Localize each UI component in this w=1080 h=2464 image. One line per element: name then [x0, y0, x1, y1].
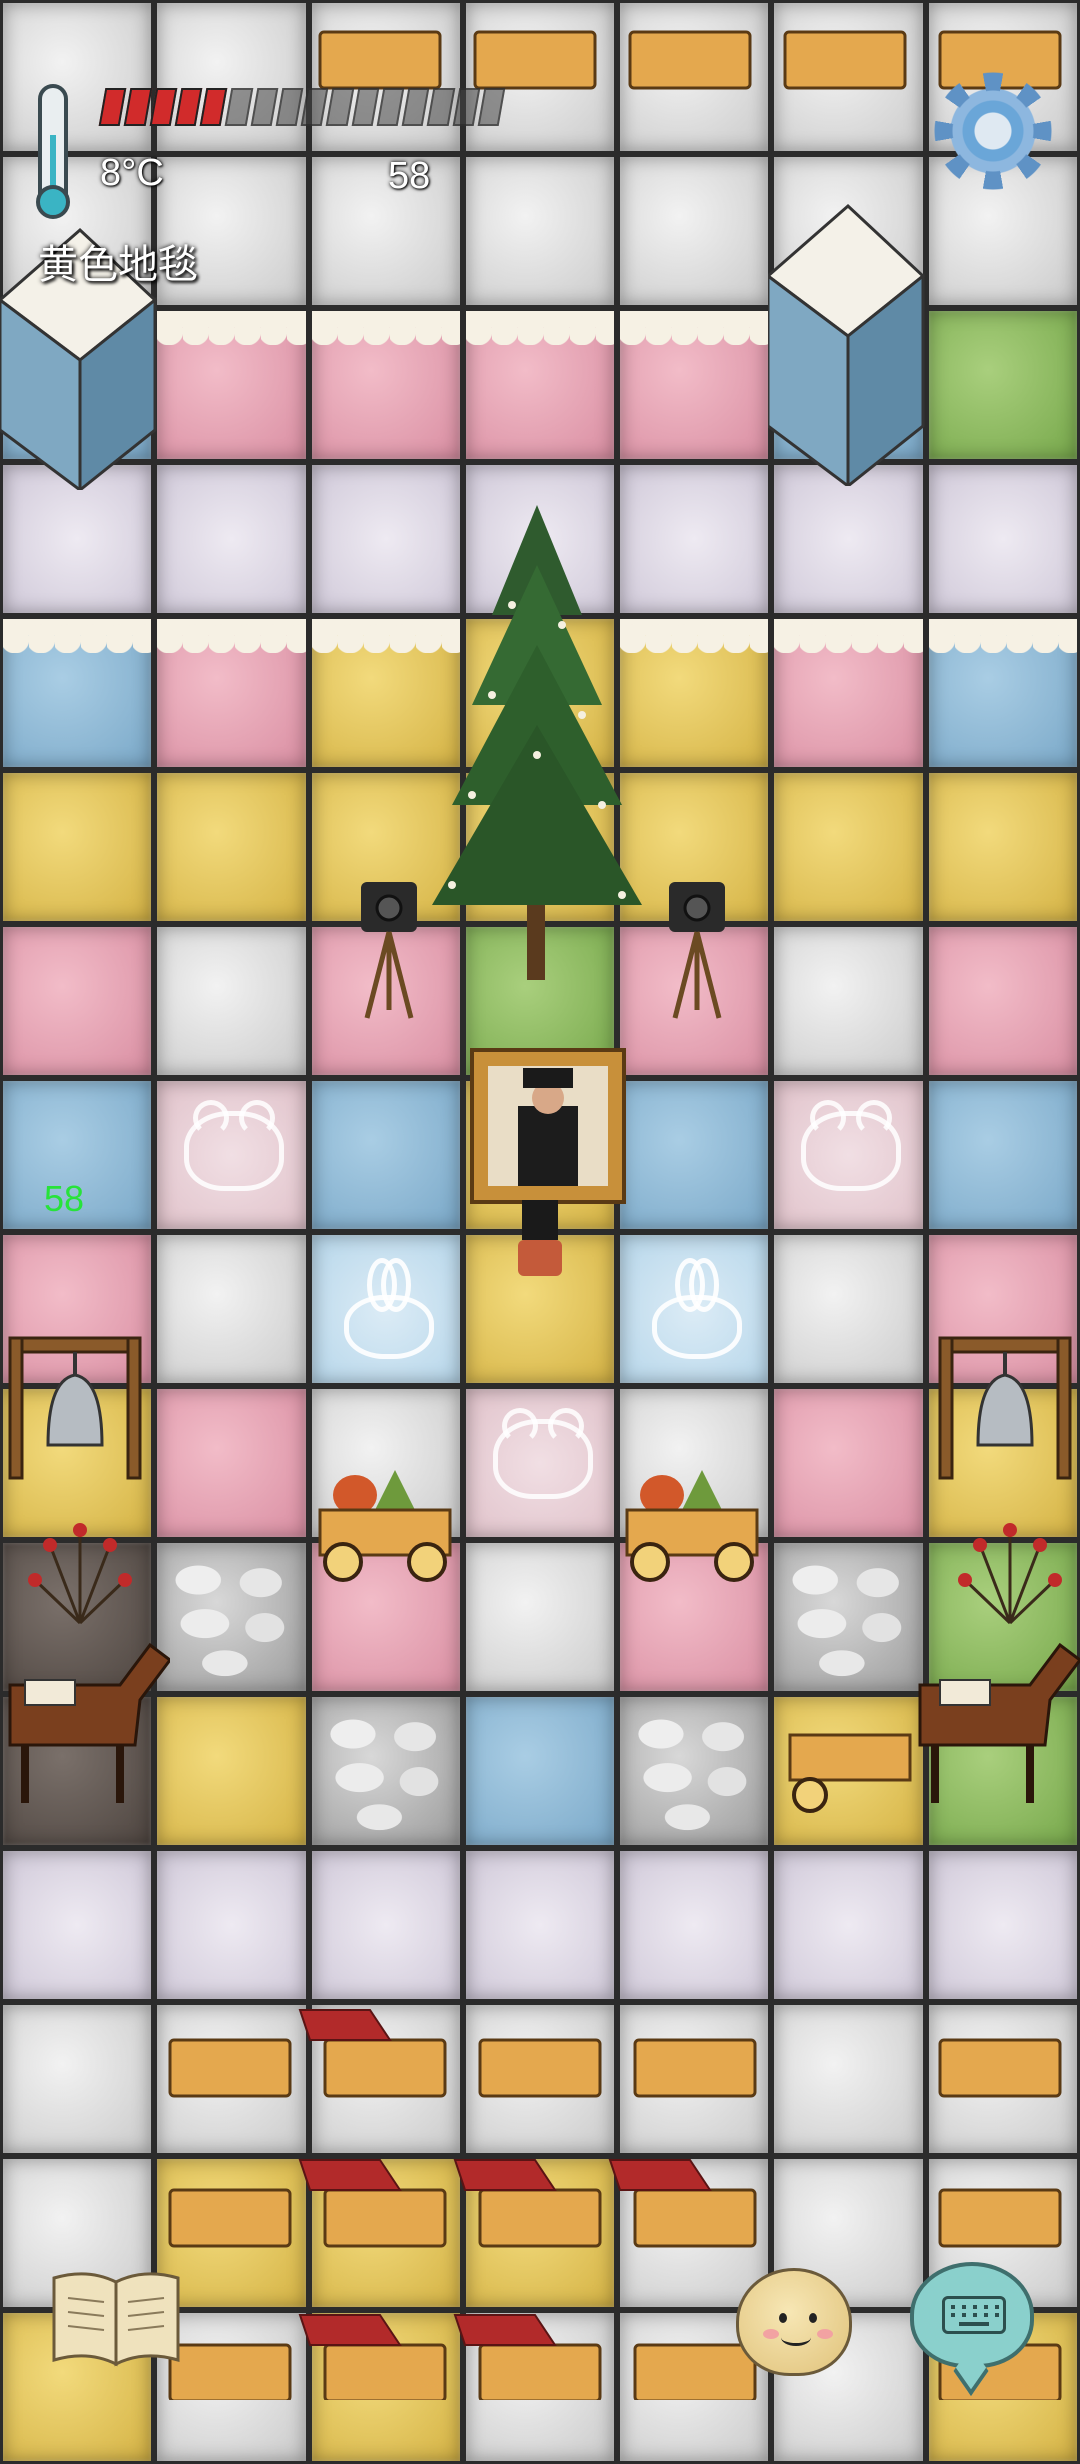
snow-pillar[interactable] [768, 176, 928, 486]
temperature-readout: 8°C [100, 152, 164, 194]
food-meter [98, 88, 506, 126]
book-icon[interactable] [48, 2268, 184, 2368]
floor-tile-white[interactable] [617, 154, 772, 308]
food-meter-segment [300, 88, 329, 126]
framed-portrait[interactable] [468, 1046, 628, 1206]
floor-tile-lilac[interactable] [154, 462, 309, 616]
floor-tile-lilac[interactable] [617, 1848, 772, 2002]
floor-tile-pink[interactable] [462, 308, 618, 462]
food-meter-segment [123, 88, 152, 126]
bunny-rug-pattern [652, 1258, 743, 1359]
floor-tile-pink[interactable] [154, 1386, 309, 1540]
food-meter-segment [174, 88, 203, 126]
food-value: 58 [388, 155, 431, 197]
held-item-label: 黄色地毯 [38, 242, 198, 288]
floor-tile-white[interactable] [154, 1232, 309, 1386]
bear-rug-pattern [184, 1100, 285, 1191]
floor-tile-lilac[interactable] [462, 1848, 618, 2002]
food-meter-segment [325, 88, 354, 126]
hanging-bell[interactable] [930, 1330, 1080, 1480]
floor-tile-pink[interactable] [308, 308, 463, 462]
floor-tile-palepink[interactable] [771, 1078, 926, 1232]
food-meter-segment [351, 88, 380, 126]
smiley-face-icon[interactable] [736, 2268, 852, 2376]
keyboard-icon[interactable] [910, 2262, 1034, 2368]
food-meter-segment [199, 88, 228, 126]
floor-tile-blue[interactable] [462, 1694, 618, 1848]
floor-tile-white[interactable] [154, 924, 309, 1078]
vegetable-cart[interactable] [315, 1470, 455, 1585]
food-meter-segment [452, 88, 481, 126]
floor-tile-pink[interactable] [771, 1386, 926, 1540]
floor-tile-blue[interactable] [308, 1078, 463, 1232]
food-meter-segment [426, 88, 455, 126]
floor-tile-yellow[interactable] [0, 770, 155, 924]
floor-tile-yellow[interactable] [771, 770, 926, 924]
floor-tile-lilac[interactable] [0, 1848, 155, 2002]
floor-tile-white[interactable] [462, 1540, 618, 1694]
floor-tile-lilac[interactable] [925, 1848, 1080, 2002]
floor-tile-yellow[interactable] [154, 770, 309, 924]
floor-tile-pink[interactable] [154, 308, 309, 462]
floor-tile-yellow[interactable] [154, 1694, 309, 1848]
food-meter-segment [376, 88, 405, 126]
floor-tile-white[interactable] [771, 924, 926, 1078]
vegetable-cart[interactable] [622, 1470, 762, 1585]
floor-tile-pink[interactable] [0, 924, 155, 1078]
floor-tile-pink[interactable] [617, 308, 772, 462]
gear-icon[interactable] [934, 72, 1052, 190]
floor-tile-lilac[interactable] [154, 1848, 309, 2002]
floor-tile-lilac[interactable] [925, 462, 1080, 616]
food-meter-segment [250, 88, 279, 126]
floor-tile-white[interactable] [154, 0, 309, 154]
floor-tile-lilac[interactable] [308, 1848, 463, 2002]
floor-tile-blue[interactable] [617, 1078, 772, 1232]
thermometer-icon [36, 84, 70, 219]
floor-tile-palepink[interactable] [462, 1386, 618, 1540]
floor-tile-stone[interactable] [154, 1540, 309, 1694]
food-meter-segment [149, 88, 178, 126]
food-meter-segment [401, 88, 430, 126]
floor-tile-blue[interactable] [925, 1078, 1080, 1232]
floor-tile-lilac[interactable] [771, 1848, 926, 2002]
floor-tile-white[interactable] [0, 2002, 155, 2156]
floor-tile-lightblue[interactable] [308, 1232, 463, 1386]
camera-on-tripod[interactable] [355, 880, 425, 1020]
floor-tile-pink[interactable] [154, 616, 309, 770]
floor-tile-yellow[interactable] [925, 770, 1080, 924]
floor-tile-stone[interactable] [308, 1694, 463, 1848]
player-character[interactable] [500, 1200, 580, 1280]
rose-bush[interactable] [20, 1505, 140, 1625]
horse-with-cart[interactable] [900, 1625, 1080, 1805]
floor-tile-pink[interactable] [771, 616, 926, 770]
food-meter-segment [224, 88, 253, 126]
floor-tile-white[interactable] [0, 0, 155, 154]
hanging-bell[interactable] [0, 1330, 150, 1480]
floor-tile-stone[interactable] [617, 1694, 772, 1848]
horse-with-cart[interactable] [0, 1625, 170, 1805]
floor-tile-green[interactable] [925, 308, 1080, 462]
floor-tile-lightblue[interactable] [617, 1232, 772, 1386]
age-label: 58 [44, 1178, 85, 1219]
floor-tile-blue[interactable] [0, 616, 155, 770]
floor-tile-white[interactable] [771, 1232, 926, 1386]
floor-tile-pink[interactable] [925, 924, 1080, 1078]
floor-tile-white[interactable] [308, 154, 463, 308]
bunny-rug-pattern [343, 1258, 434, 1359]
floor-tile-white[interactable] [462, 154, 618, 308]
rose-bush[interactable] [950, 1505, 1070, 1625]
bear-rug-pattern [492, 1408, 593, 1499]
camera-on-tripod[interactable] [663, 880, 733, 1020]
empty-cart[interactable] [785, 1725, 915, 1815]
floor-tile-blue[interactable] [925, 616, 1080, 770]
food-meter-segment [275, 88, 304, 126]
floor-tile-palepink[interactable] [154, 1078, 309, 1232]
bear-rug-pattern [801, 1100, 902, 1191]
decorated-pine-tree[interactable] [432, 505, 642, 985]
